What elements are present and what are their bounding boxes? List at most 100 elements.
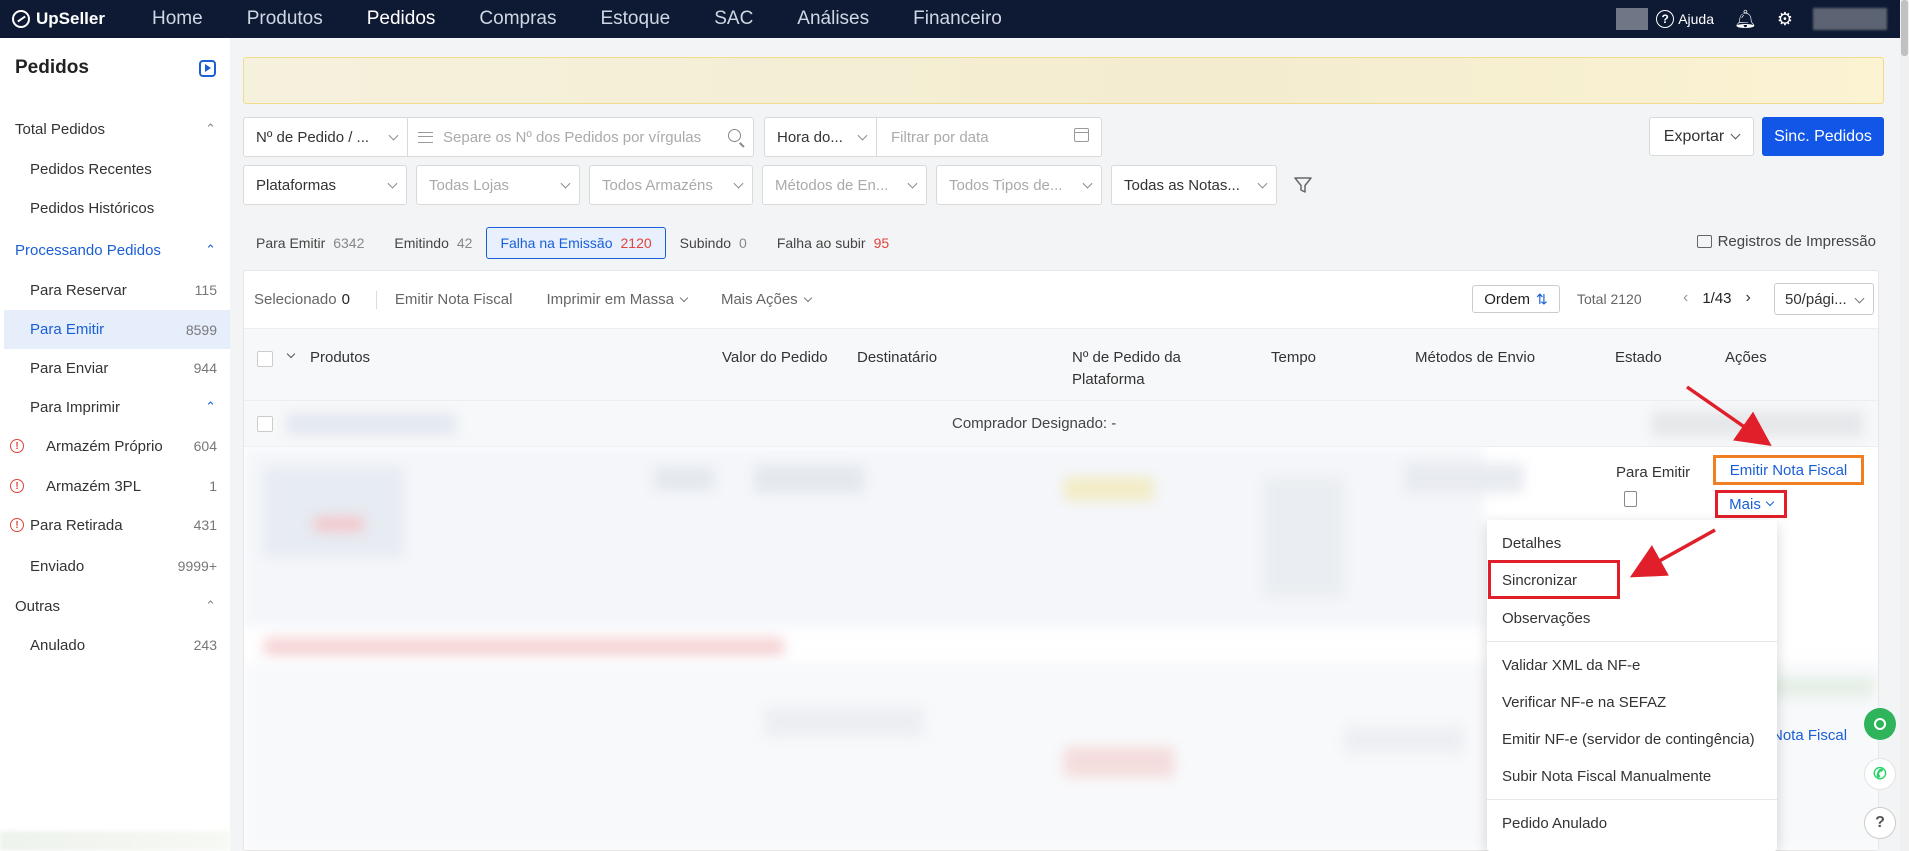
per-page-select[interactable]: 50/pági...: [1774, 283, 1874, 315]
tab-falha-subir[interactable]: Falha ao subir 95: [777, 227, 889, 259]
warehouses-select[interactable]: Todos Armazéns: [589, 165, 753, 205]
play-video-icon[interactable]: [199, 59, 216, 77]
warning-icon: !: [10, 479, 24, 493]
col-shipping: Métodos de Envio: [1415, 349, 1536, 366]
sidebar-item-pickup[interactable]: ! Para Retirada 431: [0, 507, 230, 543]
nav-compras[interactable]: Compras: [479, 8, 556, 30]
store-avatar[interactable]: [1616, 8, 1649, 30]
shipping-methods-select[interactable]: Métodos de En...: [762, 165, 927, 205]
upseller-logo[interactable]: UpSeller: [12, 9, 132, 29]
date-range-input[interactable]: Filtrar por data: [891, 118, 1061, 156]
menu-item-contingency[interactable]: Emitir NF-e (servidor de contingência): [1502, 724, 1755, 754]
whatsapp-button[interactable]: ✆: [1864, 758, 1896, 790]
chevron-down-icon: [907, 178, 918, 189]
sidebar-group-print[interactable]: Para Imprimir ⌃: [0, 389, 230, 425]
select-all-checkbox[interactable]: [257, 351, 273, 367]
invoices-select[interactable]: Todas as Notas...: [1111, 165, 1277, 205]
sort-order-button[interactable]: Ordem ⇅: [1472, 285, 1560, 313]
nav-home[interactable]: Home: [152, 8, 203, 30]
nav-financeiro[interactable]: Financeiro: [913, 8, 1002, 30]
gear-icon[interactable]: ⚙︎: [1777, 9, 1793, 30]
sidebar-decoration: [0, 831, 230, 851]
chevron-up-icon: ⌃: [205, 121, 216, 136]
menu-item-notes[interactable]: Observações: [1502, 603, 1590, 633]
next-page-icon[interactable]: ›: [1746, 289, 1751, 307]
search-icon[interactable]: [728, 129, 741, 142]
calendar-icon[interactable]: [1074, 128, 1089, 142]
col-recipient: Destinatário: [857, 349, 938, 366]
page-scrollbar[interactable]: [1900, 0, 1909, 851]
emit-invoice-link-row2[interactable]: Nota Fiscal: [1772, 727, 1847, 744]
menu-item-verify-sefaz[interactable]: Verificar NF-e na SEFAZ: [1502, 687, 1666, 717]
time-type-select[interactable]: Hora do...: [765, 118, 877, 156]
page-indicator: 1/43: [1702, 289, 1732, 307]
tab-subindo[interactable]: Subindo 0: [680, 227, 747, 259]
buyer-group-row: Comprador Designado: -: [244, 401, 1878, 447]
prev-page-icon[interactable]: ‹: [1683, 289, 1688, 307]
sidebar-item-history[interactable]: Pedidos Históricos: [0, 190, 230, 226]
sync-orders-button[interactable]: Sinc. Pedidos: [1762, 117, 1884, 156]
sidebar-group-processing[interactable]: Processando Pedidos ⌃: [0, 232, 230, 268]
order-number-select[interactable]: Nº de Pedido / ...: [244, 118, 408, 156]
chevron-up-icon: ⌃: [205, 598, 216, 613]
help-label: Ajuda: [1678, 11, 1714, 27]
sidebar-group-others[interactable]: Outras ⌃: [0, 588, 230, 624]
floating-help-button[interactable]: ?: [1864, 807, 1896, 839]
bulk-emit-invoice-button[interactable]: Emitir Nota Fiscal: [395, 291, 513, 308]
chevron-down-icon[interactable]: [286, 349, 296, 359]
status-tabs: Para Emitir 6342 Emitindo 42 Falha na Em…: [256, 226, 919, 260]
logo-icon: [12, 10, 30, 28]
sidebar-item-send[interactable]: Para Enviar 944: [0, 350, 230, 386]
emit-invoice-link[interactable]: Emitir Nota Fiscal: [1713, 455, 1864, 485]
menu-item-details[interactable]: Detalhes: [1502, 528, 1561, 558]
sidebar-item-reserve[interactable]: Para Reservar 115: [0, 272, 230, 308]
chevron-down-icon: [733, 178, 744, 189]
chevron-down-icon: [1730, 129, 1741, 140]
types-select[interactable]: Todos Tipos de...: [936, 165, 1102, 205]
sidebar-item-cancelled[interactable]: Anulado 243: [0, 627, 230, 663]
selected-count: Selecionado 0: [254, 291, 350, 308]
user-account-menu[interactable]: [1813, 8, 1887, 30]
menu-item-upload-invoice[interactable]: Subir Nota Fiscal Manualmente: [1502, 761, 1711, 791]
bell-icon[interactable]: 🔔︎: [1734, 9, 1757, 30]
filter-funnel-icon[interactable]: [1294, 176, 1312, 194]
more-actions-link[interactable]: Mais: [1715, 490, 1787, 518]
stores-select[interactable]: Todas Lojas: [416, 165, 580, 205]
order-search-input[interactable]: Separe os Nº dos Pedidos por vírgulas: [418, 118, 713, 156]
printer-icon: [1696, 235, 1712, 248]
whatsapp-icon: ✆: [1873, 766, 1887, 783]
more-actions-menu[interactable]: Mais Ações: [721, 291, 812, 308]
highlight-sync-box: [1488, 560, 1620, 599]
sidebar-item-recent[interactable]: Pedidos Recentes: [0, 151, 230, 187]
sidebar-item-3pl-warehouse[interactable]: ! Armazém 3PL 1: [0, 468, 230, 504]
group-checkbox[interactable]: [257, 416, 273, 432]
chevron-down-icon: [1765, 497, 1775, 507]
nav-produtos[interactable]: Produtos: [247, 8, 323, 30]
export-button[interactable]: Exportar: [1649, 117, 1754, 156]
sidebar-item-sent[interactable]: Enviado 9999+: [0, 548, 230, 584]
nav-analises[interactable]: Análises: [797, 8, 869, 30]
tab-falha-emissao[interactable]: Falha na Emissão 2120: [486, 227, 666, 259]
date-filter-group: Hora do... Filtrar por data: [764, 117, 1102, 157]
sidebar-item-emit[interactable]: Para Emitir 8599: [4, 310, 230, 349]
tab-para-emitir[interactable]: Para Emitir 6342: [256, 227, 364, 259]
col-order-value: Valor do Pedido: [722, 349, 828, 366]
tab-emitindo[interactable]: Emitindo 42: [394, 227, 472, 259]
bulk-print-menu[interactable]: Imprimir em Massa: [546, 291, 689, 308]
help-button[interactable]: ? Ajuda: [1656, 10, 1714, 28]
menu-item-cancel-order[interactable]: Pedido Anulado: [1502, 808, 1607, 838]
list-icon: [418, 131, 433, 143]
print-log-link[interactable]: Registros de Impressão: [1696, 233, 1876, 250]
nav-estoque[interactable]: Estoque: [600, 8, 670, 30]
floating-search-button[interactable]: [1864, 708, 1896, 740]
warning-icon: !: [10, 439, 24, 453]
nav-sac[interactable]: SAC: [714, 8, 753, 30]
nav-pedidos[interactable]: Pedidos: [367, 8, 436, 30]
document-icon[interactable]: [1624, 491, 1637, 507]
platforms-select[interactable]: Plataformas: [243, 165, 407, 205]
table-header: Produtos Valor do Pedido Destinatário Nº…: [244, 329, 1878, 401]
sidebar-item-own-warehouse[interactable]: ! Armazém Próprio 604: [0, 428, 230, 464]
sidebar-group-total[interactable]: Total Pedidos ⌃: [0, 111, 230, 147]
menu-item-validate-xml[interactable]: Validar XML da NF-e: [1502, 650, 1640, 680]
chevron-up-icon: ⌃: [205, 399, 216, 414]
